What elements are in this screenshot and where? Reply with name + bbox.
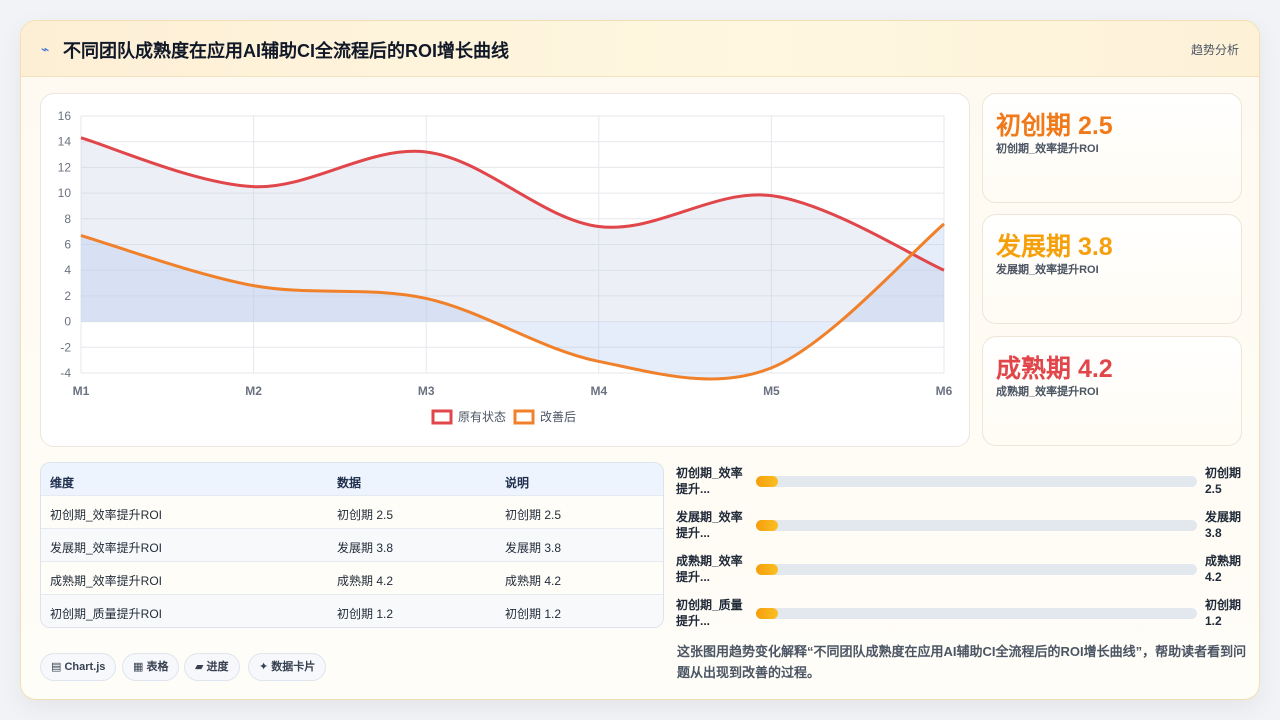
y-tick-label: 6: [64, 238, 71, 252]
progress-fill: [756, 520, 779, 531]
stat-value: 成熟期 4.2: [996, 355, 1113, 383]
progress-label: 成熟期_效率 提升...: [676, 554, 743, 584]
x-tick-label: M5: [763, 384, 780, 398]
table-header: 维度 数据 说明: [41, 463, 663, 496]
progress-track: [756, 608, 1197, 619]
page-title: 不同团队成熟度在应用AI辅助CI全流程后的ROI增长曲线: [63, 41, 509, 61]
table-cell: 初创期 1.2: [505, 607, 562, 621]
progress-row: 发展期_效率 提升... 发展期 3.8: [676, 509, 1246, 545]
progress-row: 初创期_质量 提升... 初创期 1.2: [676, 597, 1246, 633]
y-tick-label: -4: [60, 366, 71, 380]
tag-chartjs[interactable]: ▤ Chart.js: [40, 653, 117, 681]
y-tick-label: 8: [64, 212, 71, 226]
y-tick-label: 14: [58, 135, 72, 149]
legend-label: 原有状态: [458, 410, 506, 424]
table-cell: 初创期_质量提升ROI: [50, 607, 163, 621]
col-header-note: 说明: [505, 476, 530, 490]
progress-label: 初创期_质量 提升...: [676, 598, 743, 628]
progress-row: 成熟期_效率 提升... 成熟期 4.2: [676, 553, 1246, 589]
progress-track: [756, 476, 1197, 487]
progress-track: [756, 520, 1197, 531]
table-row: 成熟期_效率提升ROI 成熟期 4.2 成熟期 4.2: [41, 562, 663, 595]
table-cell: 发展期_效率提升ROI: [50, 541, 163, 555]
progress-fill: [756, 608, 779, 619]
x-tick-label: M1: [73, 384, 90, 398]
table-cell: 发展期 3.8: [505, 541, 562, 555]
progress-value: 初创期 1.2: [1205, 598, 1242, 628]
x-tick-label: M3: [418, 384, 435, 398]
legend-label: 改善后: [540, 409, 576, 424]
progress-label: 初创期_效率 提升...: [676, 466, 743, 496]
y-tick-label: 2: [64, 289, 71, 303]
y-tick-label: 4: [64, 263, 71, 277]
table-cell: 成熟期 4.2: [337, 574, 394, 588]
stat-card-growth: 发展期 3.8 发展期_效率提升ROI: [982, 214, 1242, 324]
x-tick-label: M6: [936, 384, 953, 398]
table-row: 初创期_效率提升ROI 初创期 2.5 初创期 2.5: [41, 496, 663, 529]
stat-label: 成熟期_效率提升ROI: [996, 386, 1099, 398]
y-tick-label: 0: [64, 315, 71, 329]
stat-card-mature: 成熟期 4.2 成熟期_效率提升ROI: [982, 336, 1242, 446]
progress-track: [756, 564, 1197, 575]
x-tick-label: M2: [245, 384, 262, 398]
data-table: 维度 数据 说明 初创期_效率提升ROI 初创期 2.5 初创期 2.5 发展期…: [40, 462, 664, 628]
col-header-data: 数据: [337, 476, 362, 490]
stat-label: 初创期_效率提升ROI: [996, 143, 1099, 155]
col-header-dimension: 维度: [50, 476, 75, 490]
table-cell: 初创期 2.5: [505, 508, 562, 522]
y-tick-label: 16: [58, 109, 72, 123]
dashboard-card: ⌁ 不同团队成熟度在应用AI辅助CI全流程后的ROI增长曲线 趋势分析 16 14…: [20, 20, 1260, 700]
trend-line-icon: ⌁: [41, 41, 50, 57]
progress-row: 初创期_效率 提升... 初创期 2.5: [676, 465, 1246, 501]
table-row: 发展期_效率提升ROI 发展期 3.8 发展期 3.8: [41, 529, 663, 562]
y-tick-label: 12: [58, 160, 72, 174]
tag-table[interactable]: ▦ 表格: [122, 653, 180, 681]
legend-swatch: [513, 409, 535, 425]
chart-description: 这张图用趋势变化解释“不同团队成熟度在应用AI辅助CI全流程后的ROI增长曲线”…: [677, 644, 1247, 680]
y-tick-label: -2: [60, 340, 71, 354]
table-cell: 成熟期_效率提升ROI: [50, 574, 163, 588]
table-cell: 初创期_效率提升ROI: [50, 508, 163, 522]
tag-data-card[interactable]: ✦ 数据卡片: [248, 653, 327, 681]
progress-value: 初创期 2.5: [1205, 466, 1242, 496]
stat-value: 发展期 3.8: [996, 233, 1113, 261]
progress-value: 发展期 3.8: [1205, 510, 1242, 540]
table-cell: 成熟期 4.2: [505, 574, 562, 588]
trend-badge[interactable]: 趋势分析: [1191, 41, 1239, 58]
y-tick-label: 10: [58, 186, 72, 200]
table-cell: 初创期 2.5: [337, 508, 394, 522]
progress-label: 发展期_效率 提升...: [676, 510, 743, 540]
table-row: 初创期_质量提升ROI 初创期 1.2 初创期 1.2: [41, 595, 663, 627]
stat-card-startup: 初创期 2.5 初创期_效率提升ROI: [982, 93, 1242, 203]
header: ⌁ 不同团队成熟度在应用AI辅助CI全流程后的ROI增长曲线 趋势分析: [21, 21, 1259, 77]
tag-progress[interactable]: ▰ 进度: [184, 653, 240, 681]
progress-fill: [756, 564, 779, 575]
legend-swatch: [431, 409, 453, 425]
progress-value: 成熟期 4.2: [1205, 554, 1242, 584]
stat-value: 初创期 2.5: [996, 112, 1113, 140]
progress-fill: [756, 476, 779, 487]
line-chart: 16 14 12 10 8 6 4 2 0 -2 -4 M1 M2 M3 M4 M5 M6 原有状态 改善后: [40, 93, 970, 447]
stat-label: 发展期_效率提升ROI: [996, 264, 1099, 276]
table-cell: 发展期 3.8: [337, 541, 394, 555]
table-cell: 初创期 1.2: [337, 607, 394, 621]
x-tick-label: M4: [590, 384, 607, 398]
chart-svg: 16 14 12 10 8 6 4 2 0 -2 -4M1 M2 M3 M4 M5 M6 原有状态 改善后: [58, 109, 953, 425]
